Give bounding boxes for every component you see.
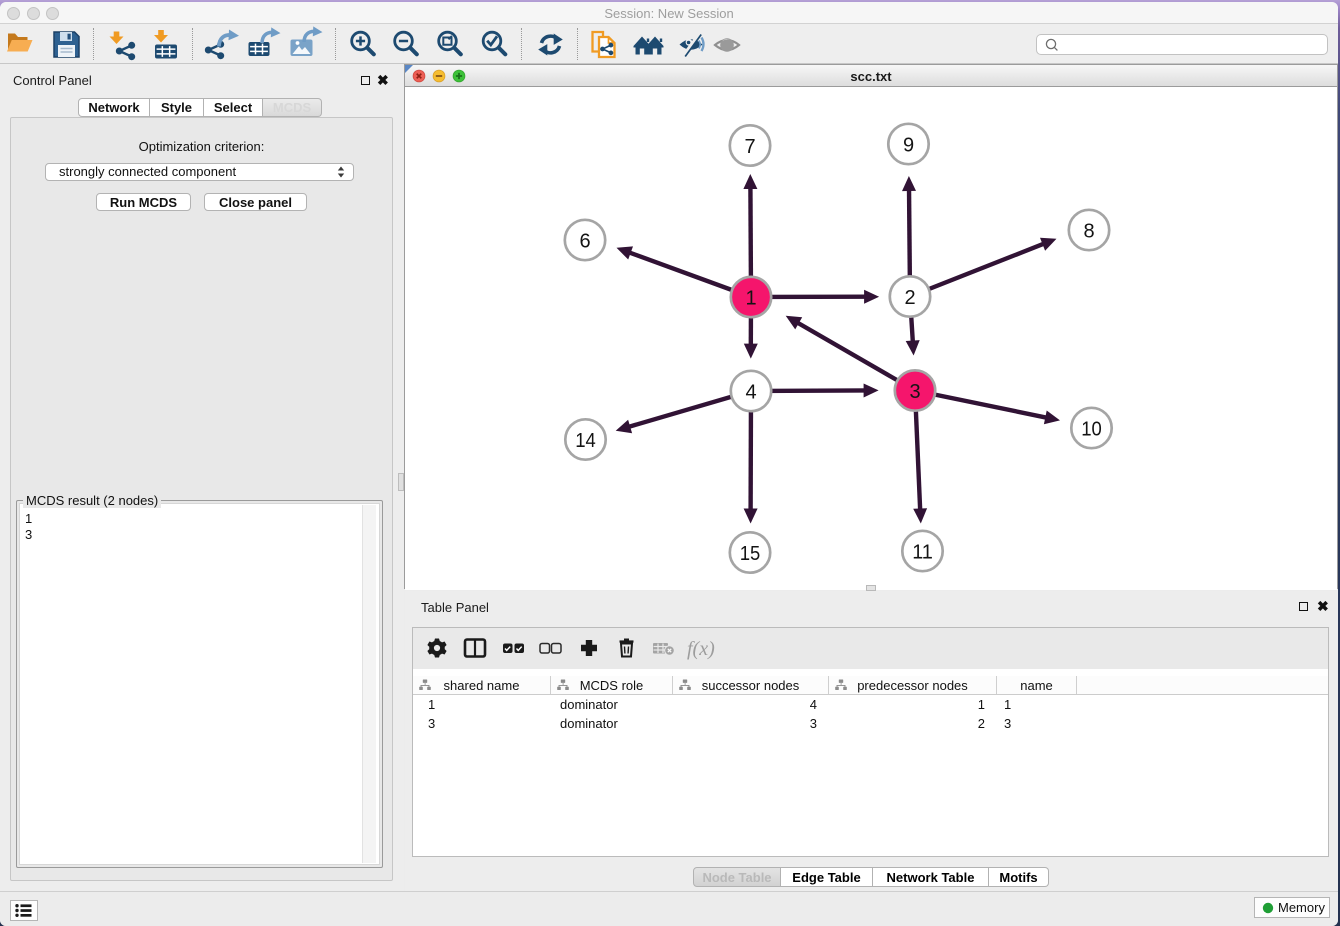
svg-text:14: 14 (575, 430, 596, 452)
svg-text:9: 9 (903, 134, 914, 156)
svg-text:f(x): f(x) (687, 638, 715, 660)
svg-text:2: 2 (904, 287, 915, 309)
svg-text:7: 7 (744, 136, 755, 158)
svg-text:1: 1 (745, 287, 756, 309)
svg-text:8: 8 (1083, 220, 1094, 242)
svg-text:11: 11 (912, 541, 933, 563)
svg-text:3: 3 (909, 381, 920, 403)
svg-text:4: 4 (745, 381, 756, 403)
svg-text:15: 15 (740, 543, 761, 565)
svg-text:10: 10 (1081, 418, 1102, 440)
svg-text:6: 6 (579, 230, 590, 252)
